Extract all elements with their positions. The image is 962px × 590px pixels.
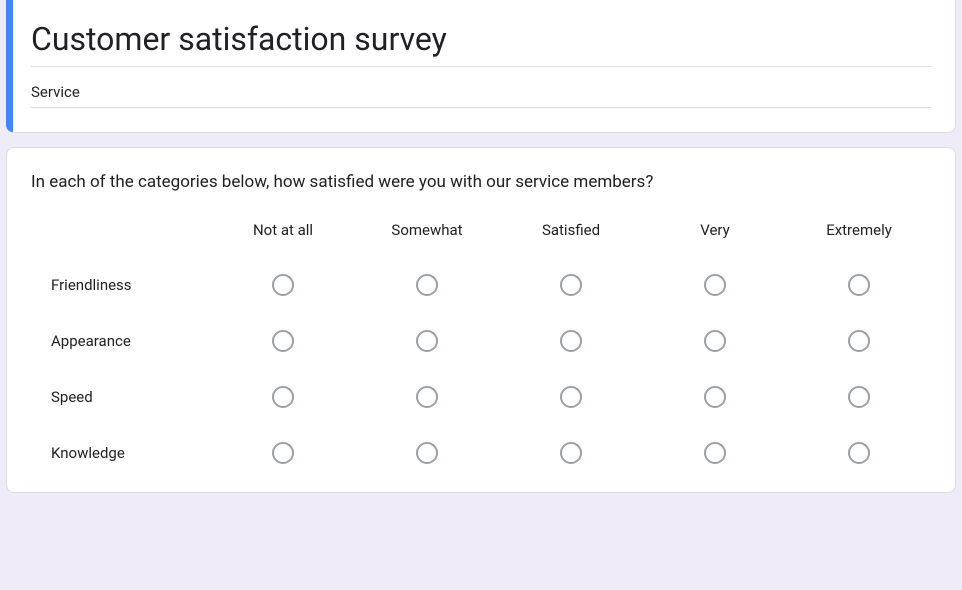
radio-option[interactable]	[704, 386, 726, 408]
radio-option[interactable]	[704, 442, 726, 464]
column-header: Extremely	[787, 221, 931, 239]
radio-option[interactable]	[560, 386, 582, 408]
column-header: Somewhat	[355, 221, 499, 239]
column-header: Very	[643, 221, 787, 239]
radio-option[interactable]	[560, 442, 582, 464]
row-label: Friendliness	[31, 276, 211, 294]
row-label: Knowledge	[31, 444, 211, 462]
row-label: Appearance	[31, 332, 211, 350]
radio-option[interactable]	[272, 386, 294, 408]
form-header-card: Customer satisfaction survey Service	[6, 0, 956, 133]
radio-option[interactable]	[848, 274, 870, 296]
header-accent-bar	[6, 0, 13, 132]
radio-option[interactable]	[848, 386, 870, 408]
radio-option[interactable]	[704, 330, 726, 352]
rating-grid: Not at all Somewhat Satisfied Very Extre…	[31, 220, 931, 464]
radio-option[interactable]	[272, 442, 294, 464]
radio-option[interactable]	[416, 330, 438, 352]
question-card: In each of the categories below, how sat…	[6, 147, 956, 493]
grid-corner-spacer	[31, 220, 211, 240]
column-header: Satisfied	[499, 221, 643, 239]
radio-option[interactable]	[416, 274, 438, 296]
radio-option[interactable]	[416, 442, 438, 464]
form-description[interactable]: Service	[31, 77, 931, 108]
question-text: In each of the categories below, how sat…	[31, 172, 931, 192]
radio-option[interactable]	[416, 386, 438, 408]
radio-option[interactable]	[560, 274, 582, 296]
radio-option[interactable]	[848, 442, 870, 464]
radio-option[interactable]	[272, 330, 294, 352]
radio-option[interactable]	[848, 330, 870, 352]
radio-option[interactable]	[704, 274, 726, 296]
form-title[interactable]: Customer satisfaction survey	[31, 20, 931, 67]
column-header: Not at all	[211, 221, 355, 239]
radio-option[interactable]	[560, 330, 582, 352]
row-label: Speed	[31, 388, 211, 406]
radio-option[interactable]	[272, 274, 294, 296]
